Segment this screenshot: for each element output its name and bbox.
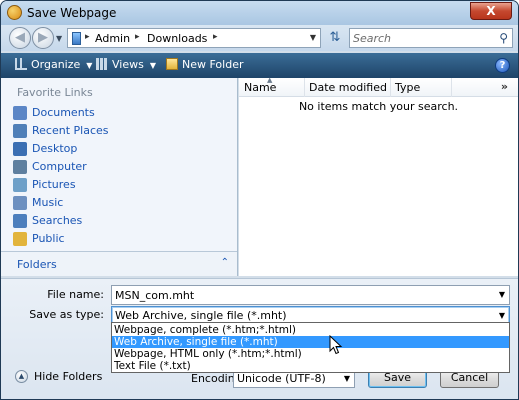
address-field[interactable]: ▸ Admin ▸ Downloads ▸ ▼ xyxy=(67,28,321,48)
views-icon xyxy=(96,58,108,70)
favorite-link-desktop[interactable]: Desktop xyxy=(13,141,213,157)
music-icon xyxy=(13,196,27,210)
breadcrumb-separator-icon[interactable]: ▸ xyxy=(135,32,140,42)
views-button[interactable]: Views ▼ xyxy=(96,58,156,71)
favorite-link-label: Recent Places xyxy=(32,124,109,137)
address-bar: ◀ ▶ ▼ ▸ Admin ▸ Downloads ▸ ▼ ⇅ ⚲ xyxy=(1,25,518,51)
column-divider[interactable] xyxy=(390,78,391,97)
chevron-down-icon[interactable]: ▼ xyxy=(344,374,350,383)
new-folder-icon xyxy=(166,58,178,70)
navigation-pane: Favorite Links Documents Recent Places Des… xyxy=(1,78,238,276)
search-icon[interactable]: ⚲ xyxy=(499,31,508,45)
file-name-combobox[interactable]: ▼ xyxy=(111,285,510,305)
favorite-link-documents[interactable]: Documents xyxy=(13,105,213,121)
chevron-down-icon[interactable]: ▼ xyxy=(499,311,505,320)
breadcrumb-admin[interactable]: Admin xyxy=(95,32,130,45)
hide-folders-label: Hide Folders xyxy=(34,370,103,383)
organize-icon xyxy=(15,58,27,70)
internet-explorer-icon xyxy=(7,5,22,20)
encoding-value: Unicode (UTF-8) xyxy=(237,372,326,385)
public-icon xyxy=(13,232,27,246)
search-input[interactable] xyxy=(353,31,488,46)
chevron-down-icon[interactable]: ▼ xyxy=(499,290,505,299)
favorite-link-pictures[interactable]: Pictures xyxy=(13,177,213,193)
dropdown-option[interactable]: Webpage, complete (*.htm;*.html) xyxy=(112,324,509,336)
save-as-type-label: Save as type: xyxy=(29,308,104,321)
chevron-down-icon: ▼ xyxy=(86,61,93,70)
column-header-type[interactable]: Type xyxy=(395,81,420,94)
column-header-row: ▲ Name Date modified Type » xyxy=(239,76,518,97)
back-button[interactable]: ◀ xyxy=(9,27,31,49)
dropdown-option-selected[interactable]: Web Archive, single file (*.mht) xyxy=(112,336,509,348)
column-header-name[interactable]: Name xyxy=(244,81,276,94)
back-arrow-icon: ◀ xyxy=(15,30,25,45)
favorite-link-label: Computer xyxy=(32,160,87,173)
favorite-link-computer[interactable]: Computer xyxy=(13,159,213,175)
more-columns-icon[interactable]: » xyxy=(501,80,508,93)
desktop-icon xyxy=(13,142,27,156)
computer-icon xyxy=(13,160,27,174)
column-divider[interactable] xyxy=(304,78,305,97)
favorite-link-label: Desktop xyxy=(32,142,78,155)
file-name-input[interactable] xyxy=(115,288,485,303)
documents-icon xyxy=(13,106,27,120)
address-dropdown-icon[interactable]: ▼ xyxy=(310,33,316,42)
favorite-link-label: Public xyxy=(32,232,65,245)
command-toolbar: Organize ▼ Views ▼ New Folder ? xyxy=(1,53,518,78)
chevron-up-icon: ▲ xyxy=(15,370,28,383)
favorite-link-label: Searches xyxy=(32,214,83,227)
search-field[interactable]: ⚲ xyxy=(349,28,513,48)
searches-icon xyxy=(13,214,27,228)
favorite-link-recent-places[interactable]: Recent Places xyxy=(13,123,213,139)
new-folder-button[interactable]: New Folder xyxy=(166,58,243,71)
folders-toggle[interactable]: Folders ⌃ xyxy=(1,251,237,276)
save-as-type-dropdown-list: Webpage, complete (*.htm;*.html) Web Arc… xyxy=(111,322,510,373)
chevron-up-icon: ⌃ xyxy=(220,257,229,268)
pictures-icon xyxy=(13,178,27,192)
mouse-cursor-icon xyxy=(329,335,343,355)
recent-places-icon xyxy=(13,124,27,138)
file-name-label: File name: xyxy=(47,288,104,301)
close-button[interactable]: X xyxy=(470,2,512,20)
chevron-down-icon: ▼ xyxy=(149,61,156,70)
breadcrumb-separator-icon[interactable]: ▸ xyxy=(85,32,90,42)
column-divider[interactable] xyxy=(451,78,452,97)
empty-message: No items match your search. xyxy=(298,100,459,113)
favorite-links-heading: Favorite Links xyxy=(17,86,93,99)
favorite-link-music[interactable]: Music xyxy=(13,195,213,211)
favorite-link-label: Music xyxy=(32,196,64,209)
save-as-type-value: Web Archive, single file (*.mht) xyxy=(115,309,287,322)
save-webpage-dialog: Save Webpage X ◀ ▶ ▼ ▸ Admin ▸ Downloads… xyxy=(0,0,519,400)
favorite-link-label: Pictures xyxy=(32,178,76,191)
forward-arrow-icon: ▶ xyxy=(38,30,48,45)
breadcrumb-separator-icon[interactable]: ▸ xyxy=(213,32,218,42)
new-folder-label: New Folder xyxy=(182,58,244,71)
help-icon[interactable]: ? xyxy=(495,58,510,73)
folder-icon xyxy=(72,32,81,45)
folders-label: Folders xyxy=(17,258,57,271)
breadcrumb-downloads[interactable]: Downloads xyxy=(147,32,207,45)
recent-pages-dropdown[interactable]: ▼ xyxy=(56,34,62,43)
title-bar: Save Webpage X xyxy=(1,1,518,25)
forward-button[interactable]: ▶ xyxy=(32,27,54,49)
dropdown-option[interactable]: Text File (*.txt) xyxy=(112,360,509,372)
favorite-link-label: Documents xyxy=(32,106,95,119)
dropdown-option[interactable]: Webpage, HTML only (*.htm;*.html) xyxy=(112,348,509,360)
column-header-date-modified[interactable]: Date modified xyxy=(309,81,387,94)
organize-button[interactable]: Organize ▼ xyxy=(15,58,92,71)
window-title: Save Webpage xyxy=(27,6,117,20)
refresh-icon[interactable]: ⇅ xyxy=(326,30,344,46)
favorite-link-public[interactable]: Public xyxy=(13,231,213,247)
favorite-link-searches[interactable]: Searches xyxy=(13,213,213,229)
organize-label: Organize xyxy=(31,58,81,71)
views-label: Views xyxy=(112,58,144,71)
file-list: ▲ Name Date modified Type » No items mat… xyxy=(239,76,518,276)
